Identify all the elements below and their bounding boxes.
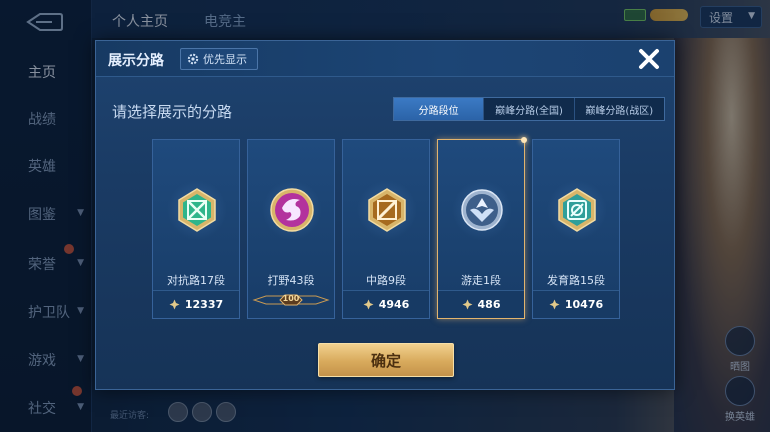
lane-card-mid[interactable]: 中路9段 4946 [342, 139, 430, 319]
dialog-subtitle: 请选择展示的分路 [112, 103, 233, 121]
tab-peak-lane-region[interactable]: 巅峰分路(战区) [575, 98, 664, 120]
close-icon [639, 49, 659, 69]
lane-label: 游走1段 [461, 274, 501, 287]
lane-score-value: 4946 [378, 298, 410, 311]
lane-display-dialog: 展示分路 优先显示 请选择展示的分路 分路段位 巅峰分路(全国) 巅峰分路(战区… [95, 40, 675, 390]
rank-point-icon [549, 299, 560, 310]
lane-score-value: 12337 [184, 298, 224, 311]
roam-icon [452, 180, 512, 240]
star-count-value: 100 [282, 294, 300, 303]
dialog-title: 展示分路 [108, 53, 164, 69]
dialog-header: 展示分路 优先显示 [96, 41, 674, 77]
priority-display-label: 优先显示 [203, 53, 247, 66]
lane-label: 发育路15段 [547, 274, 605, 287]
priority-display-button[interactable]: 优先显示 [180, 48, 258, 70]
confirm-label: 确定 [370, 351, 401, 370]
lane-score-value: 486 [477, 298, 501, 311]
rank-point-icon [462, 299, 473, 310]
gear-icon [187, 53, 199, 65]
lane-label: 中路9段 [366, 274, 406, 287]
lane-card-jungle[interactable]: 打野43段 100 [247, 139, 335, 319]
star-count-badge: 100 [252, 292, 330, 306]
rank-point-icon [169, 299, 180, 310]
lane-card-roam[interactable]: 游走1段 486 [437, 137, 527, 319]
lane-label: 打野43段 [267, 274, 315, 287]
farm-lane-icon [547, 180, 607, 240]
lane-card-clash[interactable]: 对抗路17段 12337 [152, 139, 240, 319]
lane-score: 10476 [533, 290, 619, 318]
jungle-icon [262, 180, 322, 240]
close-button[interactable] [634, 44, 664, 74]
lane-score-value: 10476 [564, 298, 604, 311]
tab-peak-lane-national[interactable]: 巅峰分路(全国) [484, 98, 575, 120]
tab-lane-rank[interactable]: 分路段位 [394, 98, 485, 120]
lane-score: 486 [438, 290, 524, 318]
selection-glow [521, 137, 527, 143]
lane-label: 对抗路17段 [167, 274, 225, 287]
lane-score: 12337 [153, 290, 239, 318]
clash-lane-icon [167, 180, 227, 240]
rank-point-icon [363, 299, 374, 310]
lane-score: 4946 [343, 290, 429, 318]
confirm-button[interactable]: 确定 [318, 343, 454, 377]
mid-lane-icon [357, 180, 417, 240]
lane-card-farm[interactable]: 发育路15段 10476 [532, 139, 620, 319]
lane-type-segmented-control: 分路段位 巅峰分路(全国) 巅峰分路(战区) [393, 97, 665, 121]
